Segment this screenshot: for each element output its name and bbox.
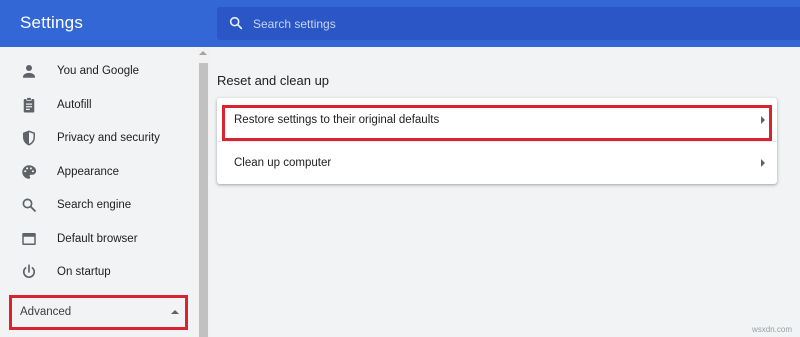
sidebar-item-autofill[interactable]: Autofill	[0, 88, 196, 121]
sidebar-item-you-and-google[interactable]: You and Google	[0, 54, 196, 87]
clean-up-computer-row[interactable]: Clean up computer	[217, 141, 777, 184]
row-label: Clean up computer	[234, 157, 332, 169]
sidebar-item-label: Privacy and security	[57, 131, 160, 144]
search-input[interactable]	[253, 7, 783, 40]
sidebar-item-label: Appearance	[57, 165, 120, 178]
section-title: Reset and clean up	[217, 73, 330, 88]
browser-window-icon	[22, 232, 36, 245]
sidebar-item-label: Autofill	[57, 98, 92, 111]
palette-icon	[22, 164, 37, 179]
chevron-right-icon	[761, 159, 765, 167]
sidebar-item-appearance[interactable]: Appearance	[0, 155, 196, 188]
search-icon	[22, 198, 36, 212]
sidebar-item-label: Search engine	[57, 198, 132, 211]
sidebar-item-label: Default browser	[57, 232, 138, 245]
sidebar-item-default-browser[interactable]: Default browser	[0, 222, 196, 255]
app-title: Settings	[20, 13, 84, 32]
scrollbar-thumb[interactable]	[199, 63, 208, 337]
watermark: wsxdn.com	[752, 325, 793, 334]
sidebar-scrollbar[interactable]	[198, 47, 209, 337]
shield-icon	[23, 130, 35, 145]
sidebar-item-on-startup[interactable]: On startup	[0, 255, 196, 288]
header-bar: Settings	[0, 0, 800, 47]
search-box[interactable]	[217, 7, 800, 40]
power-icon	[23, 263, 35, 278]
sidebar: You and Google Autofill Privacy and secu…	[0, 47, 196, 337]
person-icon	[23, 64, 35, 78]
clipboard-icon	[23, 96, 35, 112]
search-icon	[229, 16, 243, 30]
highlight-box-advanced	[9, 295, 188, 330]
sidebar-item-privacy-and-security[interactable]: Privacy and security	[0, 121, 196, 154]
highlight-box-restore	[222, 105, 772, 141]
scroll-up-arrow-icon[interactable]	[199, 51, 207, 55]
sidebar-item-search-engine[interactable]: Search engine	[0, 188, 196, 221]
sidebar-item-label: On startup	[57, 265, 111, 278]
sidebar-item-label: You and Google	[57, 64, 140, 77]
